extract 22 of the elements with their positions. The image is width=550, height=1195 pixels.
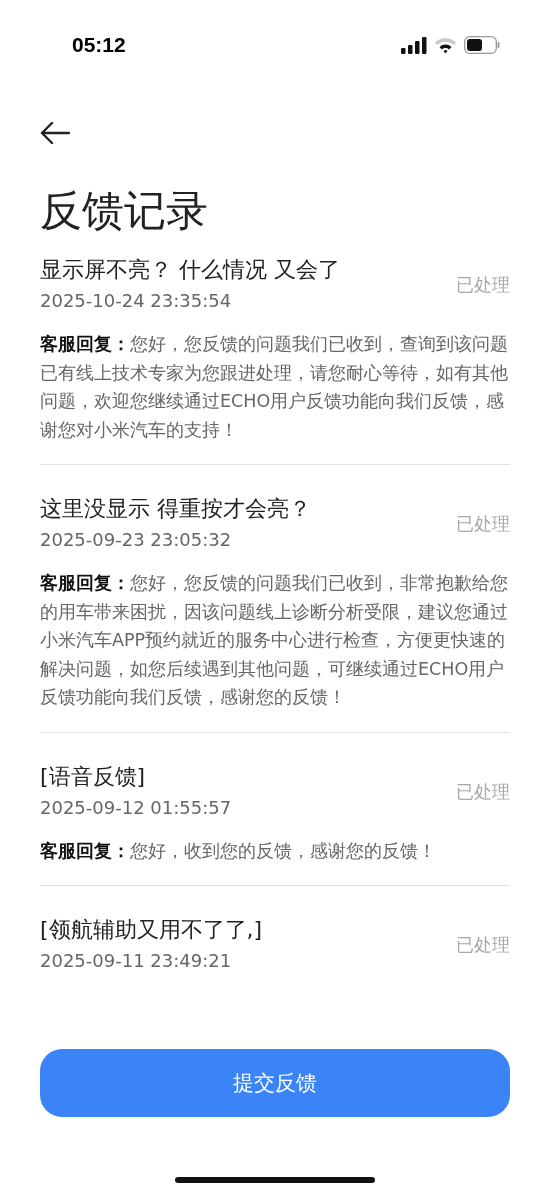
feedback-title: [领航辅助又用不了了,] — [40, 916, 263, 944]
status-time: 05:12 — [72, 33, 126, 57]
feedback-title: 显示屏不亮？ 什么情况 又会了 — [40, 256, 340, 284]
signal-icon — [401, 36, 427, 54]
status-label: 已处理 — [456, 779, 510, 804]
status-label: 已处理 — [456, 273, 510, 297]
feedback-time: 2025-09-23 23:05:32 — [40, 528, 233, 552]
submit-feedback-button[interactable]: 提交反馈 — [40, 1049, 510, 1117]
status-label: 已处理 — [456, 933, 510, 957]
service-reply: 客服回复：您好，您反馈的问题我们已收到，非常抱歉给您的用车带来困扰，因该问题线上诊断分析受限，建议您通过小米汽车APP预约就近的服务中心进行检查，方便更快速的解决问题，如您后续遇到其他问题，可继续通过ECHO用户反馈功能向我们反馈，感谢您的反馈！ — [40, 572, 509, 709]
service-reply: 客服回复：您好，您反馈的问题我们已收到，查询到该问题已有线上技术专家为您跟进处理，请您耐心等待，如有其他问题，欢迎您继续通过ECHO用户反馈功能向我们反馈，感谢您对小米汽车的支持！ — [40, 333, 509, 442]
wifi-icon — [434, 36, 457, 54]
service-reply: 客服回复：您好，收到您的反馈，感谢您的反馈！ — [40, 839, 437, 863]
page-title: 反馈记录 — [40, 186, 209, 236]
feedback-time: 2025-09-11 23:49:21 — [40, 949, 233, 973]
feedback-title: [语音反馈] — [40, 762, 147, 791]
status-label: 已处理 — [456, 512, 510, 536]
feedback-time: 2025-09-12 01:55:57 — [40, 795, 232, 820]
feedback-title: 这里没显示 得重按才会亮？ — [40, 495, 311, 523]
back-arrow-icon[interactable] — [40, 122, 70, 144]
feedback-time: 2025-10-24 23:35:54 — [40, 289, 233, 313]
battery-icon — [464, 36, 500, 54]
